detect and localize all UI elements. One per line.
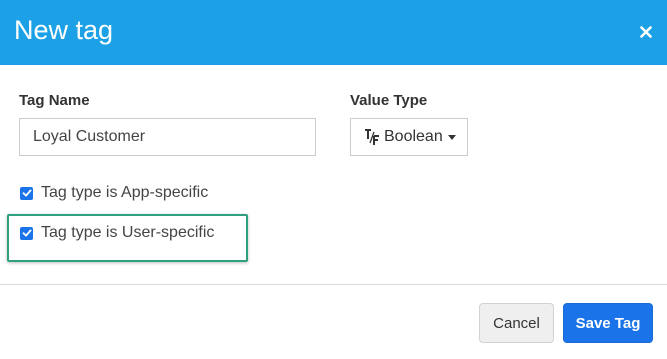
checkmark-icon (22, 189, 31, 197)
app-specific-option[interactable]: Tag type is App-specific (20, 184, 208, 202)
tag-name-label: Tag Name (19, 92, 90, 109)
checkmark-icon (22, 229, 31, 237)
dialog-title: New tag (14, 15, 114, 45)
user-specific-checkbox[interactable] (20, 226, 33, 240)
close-icon (640, 26, 652, 38)
value-type-label: Value Type (350, 92, 428, 109)
value-type-selected: Boolean (384, 128, 443, 145)
app-specific-label: Tag type is App-specific (41, 184, 209, 201)
user-specific-option[interactable]: Tag type is User-specific (20, 224, 214, 242)
app-specific-checkbox[interactable] (20, 186, 33, 200)
true-false-icon (365, 129, 379, 145)
dialog-header: New tag (0, 0, 667, 65)
cancel-button[interactable]: Cancel (479, 303, 554, 343)
tag-name-input[interactable] (19, 118, 316, 156)
new-tag-dialog: New tag Tag Name Value Type Boolean Tag … (0, 0, 667, 359)
close-button[interactable] (632, 18, 660, 46)
value-type-dropdown[interactable]: Boolean (350, 118, 468, 156)
user-specific-label: Tag type is User-specific (41, 224, 215, 241)
footer-divider (0, 284, 667, 285)
save-tag-button[interactable]: Save Tag (563, 303, 653, 343)
caret-down-icon (447, 134, 456, 140)
